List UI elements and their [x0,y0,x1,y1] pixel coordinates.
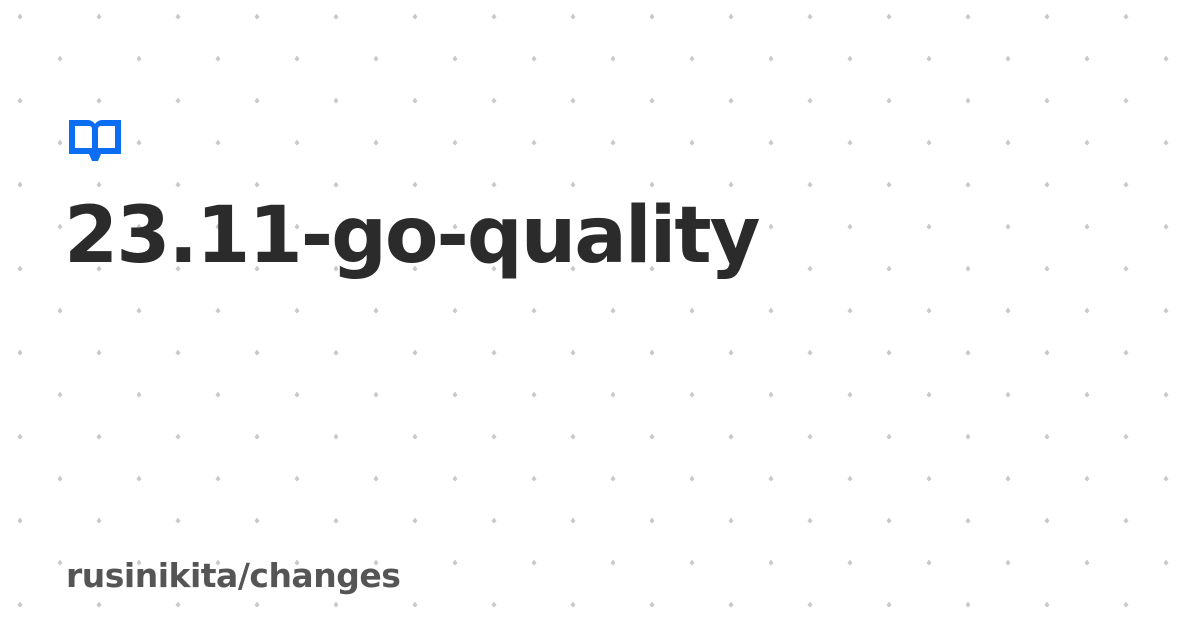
book-icon [69,120,121,161]
social-card: 23.11-go-quality rusinikita/changes [0,0,1200,630]
page-title: 23.11-go-quality [64,191,760,281]
repository-name: rusinikita/changes [66,556,401,595]
